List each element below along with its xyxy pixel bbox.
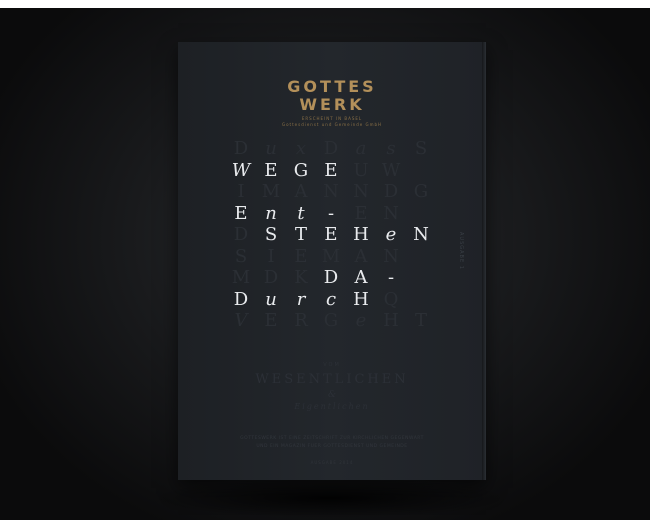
letter-cell: M	[261, 181, 281, 202]
letter-cell: N	[323, 181, 339, 202]
letter-cell: u	[265, 138, 277, 159]
letter-cell: S	[234, 245, 248, 267]
letter-cell: H	[353, 224, 369, 245]
letter-cell: N	[383, 245, 399, 267]
brand-title-line1: GOTTES	[287, 77, 377, 96]
letter-cell: A	[354, 245, 368, 267]
letter-cell: N	[413, 224, 429, 245]
letter-cell: E	[264, 159, 278, 181]
letter-cell: -	[327, 202, 335, 224]
letter-row: IMANNDG	[226, 181, 436, 203]
letter-cell: I	[237, 181, 245, 202]
letter-row: DurcHQ	[226, 289, 436, 311]
letter-row: Ent-EN	[226, 203, 436, 225]
letter-cell: W	[381, 159, 401, 181]
letter-cell: M	[231, 267, 251, 288]
letter-cell: D	[233, 224, 249, 245]
letter-cell: R	[294, 310, 308, 331]
letter-cell: N	[353, 181, 369, 202]
cover-footer: AUSGABE 2014	[310, 460, 354, 465]
letter-cell: a	[355, 138, 367, 159]
letter-cell: e	[385, 224, 397, 245]
letter-cell: E	[324, 224, 338, 245]
letter-cell: u	[265, 288, 277, 310]
letter-cell: D	[263, 267, 279, 288]
letter-row: DSTEHeN	[226, 224, 436, 246]
brand-subtitle-1: ERSCHEINT IN BASEL	[301, 116, 363, 121]
letter-cell: r	[296, 288, 306, 310]
letter-cell: E	[234, 202, 248, 224]
letter-cell: U	[353, 159, 369, 181]
letter-cell: t	[297, 202, 305, 224]
letter-cell: E	[264, 310, 278, 331]
letter-cell: G	[293, 159, 309, 181]
letter-row: DuxDasS	[226, 138, 436, 160]
brand-subtitle-2: Gottesdienst und Gemeinde GmbH	[281, 122, 383, 127]
letter-cell: H	[353, 288, 369, 310]
vom-label: VOM	[323, 362, 341, 368]
letter-cell: D	[323, 267, 339, 288]
brand-title-line2: WERK	[299, 95, 365, 114]
cover-text-line1: GOTTESWERK IST EINE ZEITSCHRIFT ZUR KIRC…	[240, 436, 424, 441]
letter-cell: W	[231, 159, 251, 181]
letter-cell: E	[324, 159, 338, 181]
letter-cell: A	[294, 181, 308, 202]
letter-cell: K	[294, 267, 308, 288]
letter-cell: N	[383, 202, 399, 224]
letter-cell: n	[265, 202, 277, 224]
letter-grid: DuxDasSWEGEUWIMANNDGEnt-ENDSTEHeNSIEMANM…	[226, 138, 436, 331]
letter-cell: M	[321, 245, 341, 267]
letter-row: MDKDA-	[226, 267, 436, 289]
letter-cell: E	[354, 202, 368, 224]
ampersand: &	[327, 390, 336, 400]
spine-label: AUSGABE 1	[458, 232, 464, 270]
letter-cell: E	[294, 245, 308, 267]
letter-cell: G	[323, 310, 339, 331]
letter-cell: e	[355, 310, 367, 331]
letter-row: SIEMAN	[226, 246, 436, 268]
letter-cell: A	[354, 267, 368, 288]
letter-cell: s	[386, 138, 396, 159]
letter-row: WEGEUW	[226, 160, 436, 182]
letter-cell: -	[387, 267, 395, 288]
letter-cell: S	[414, 138, 428, 159]
letter-cell: S	[264, 224, 278, 245]
letter-cell: D	[383, 181, 399, 202]
headline: WESENTLICHEN	[255, 372, 409, 387]
letter-cell: D	[233, 288, 249, 310]
letter-cell: V	[234, 310, 248, 331]
floor-shadow	[150, 478, 510, 518]
letter-cell: Q	[383, 288, 399, 310]
letter-cell: I	[267, 245, 275, 267]
cover-text-line2: UND EIN MAGAZIN FUER GOTTESDIENST UND GE…	[256, 444, 408, 449]
letter-cell: x	[295, 138, 307, 159]
letter-cell: c	[325, 288, 337, 310]
letter-cell: H	[383, 310, 399, 331]
letter-cell: D	[233, 138, 249, 159]
magazine-cover: GOTTES WERK ERSCHEINT IN BASEL Gottesdie…	[178, 42, 486, 480]
letter-cell: T	[414, 310, 427, 331]
letter-cell: G	[413, 181, 429, 202]
product-photo: GOTTES WERK ERSCHEINT IN BASEL Gottesdie…	[0, 8, 650, 520]
letter-cell: T	[294, 224, 307, 245]
subheadline: Eigentlichen	[294, 402, 370, 411]
letter-row: VERGeHT	[226, 310, 436, 332]
letter-cell: D	[323, 138, 339, 159]
